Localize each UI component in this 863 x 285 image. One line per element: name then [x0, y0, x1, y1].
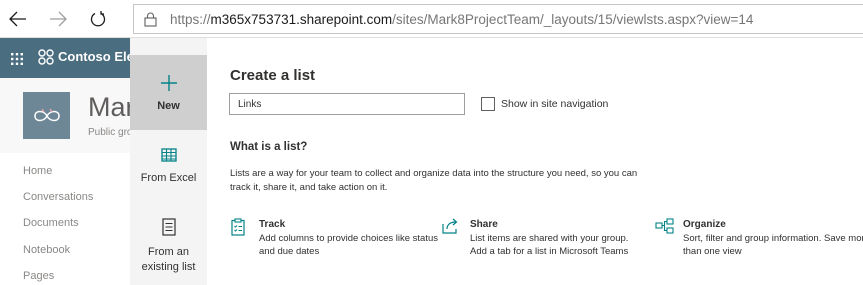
- feature-share-title: Share: [470, 219, 498, 230]
- what-is-list-heading: What is a list?: [230, 141, 308, 153]
- create-list-panel: Create a list Show in site navigation Wh…: [207, 38, 863, 285]
- feature-track-desc: Add columns to provide choices like stat…: [259, 233, 439, 257]
- nav-item-notebook[interactable]: Notebook: [23, 244, 70, 256]
- panel-title: Create a list: [230, 67, 316, 84]
- address-bar[interactable]: https://m365x753731.sharepoint.com/sites…: [133, 4, 863, 34]
- url-text: https://m365x753731.sharepoint.com/sites…: [170, 12, 754, 27]
- contoso-logo-icon: [38, 49, 54, 70]
- nav-item-conversations[interactable]: Conversations: [23, 191, 93, 203]
- app-launcher-icon[interactable]: [11, 52, 23, 70]
- site-header: Mark Public gro: [0, 78, 148, 153]
- refresh-icon: [90, 11, 106, 27]
- forward-arrow-icon: [50, 11, 67, 27]
- suite-bar: Contoso Ele: [0, 38, 135, 78]
- site-navigation: Home Conversations Documents Notebook Pa…: [0, 153, 135, 285]
- from-excel-label: From Excel: [140, 172, 197, 184]
- show-in-nav-checkbox[interactable]: [481, 97, 495, 111]
- show-in-nav-label[interactable]: Show in site navigation: [501, 98, 608, 110]
- nav-item-documents[interactable]: Documents: [23, 217, 79, 229]
- browser-toolbar: https://m365x753731.sharepoint.com/sites…: [0, 0, 863, 38]
- from-existing-label-2: existing list: [141, 261, 196, 273]
- list-description: Lists are a way for your team to collect…: [230, 168, 638, 193]
- new-list-button[interactable]: New: [130, 55, 207, 130]
- new-label: New: [157, 100, 180, 112]
- nav-item-pages[interactable]: Pages: [23, 270, 54, 282]
- organize-icon: [655, 218, 675, 239]
- from-existing-list-button[interactable]: From an existing list: [130, 218, 207, 278]
- from-excel-button[interactable]: From Excel: [130, 148, 207, 198]
- excel-table-icon: [160, 148, 177, 162]
- feature-track-title: Track: [259, 219, 286, 230]
- plus-icon: [160, 75, 177, 91]
- list-document-icon: [161, 218, 176, 236]
- site-logo-icon: [23, 92, 70, 139]
- feature-organize-title: Organize: [683, 219, 726, 230]
- forward-button[interactable]: [45, 6, 71, 32]
- clipboard-icon: [231, 218, 245, 241]
- back-button[interactable]: [5, 6, 31, 32]
- create-list-rail: New From Excel From an existing list: [130, 38, 207, 285]
- feature-organize-desc: Sort, filter and group information. Save…: [683, 233, 863, 257]
- brand-name: Contoso Ele: [58, 49, 134, 64]
- site-subtitle: Public gro: [88, 127, 133, 138]
- list-name-input[interactable]: [229, 93, 465, 115]
- from-existing-label-1: From an: [148, 246, 189, 258]
- nav-item-home[interactable]: Home: [23, 165, 52, 177]
- feature-share-desc: List items are shared with your group. A…: [470, 233, 629, 257]
- back-arrow-icon: [9, 11, 26, 27]
- share-icon: [442, 218, 460, 239]
- refresh-button[interactable]: [85, 6, 111, 32]
- lock-icon: [144, 12, 157, 32]
